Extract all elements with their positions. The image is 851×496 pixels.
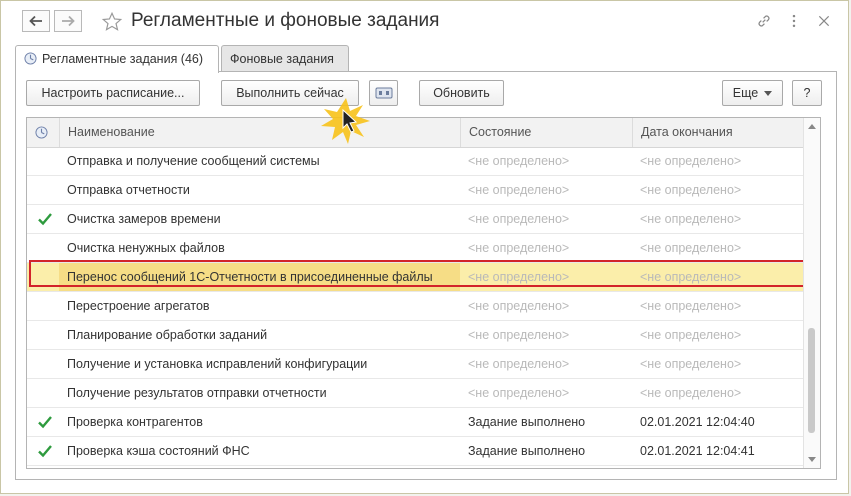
clock-icon xyxy=(35,126,48,139)
status-cell xyxy=(27,234,59,262)
job-state: <не определено> xyxy=(468,386,570,400)
job-name: Проверка кэша состояний ФНС xyxy=(67,444,250,458)
table-row[interactable]: Получение и установка исправлений конфиг… xyxy=(27,350,805,379)
tab-scheduled-jobs[interactable]: Регламентные задания (46) xyxy=(15,45,219,73)
header-status-column[interactable] xyxy=(27,118,59,147)
console-icon xyxy=(375,87,392,99)
close-button[interactable] xyxy=(815,12,833,30)
job-name: Очистка замеров времени xyxy=(67,212,221,226)
scroll-down-icon xyxy=(808,457,816,462)
job-state: Задание выполнено xyxy=(468,415,586,429)
table-row[interactable]: Проверка кэша состояний ФНС Задание выпол… xyxy=(27,437,805,466)
job-end-date: <не определено> xyxy=(640,357,742,371)
tab-label: Фоновые задания xyxy=(230,52,334,66)
tab-label: Регламентные задания (46) xyxy=(42,52,204,66)
job-end-date: 02.01.2021 12:04:41 xyxy=(640,444,755,458)
job-state: <не определено> xyxy=(468,154,570,168)
job-end-date: <не определено> xyxy=(640,183,742,197)
scrollbar-thumb[interactable] xyxy=(808,328,815,433)
tab-panel: Настроить расписание... Выполнить сейчас… xyxy=(15,71,837,480)
job-end-date: 02.01.2021 12:04:40 xyxy=(640,415,755,429)
job-end-date: <не определено> xyxy=(640,328,742,342)
chevron-down-icon xyxy=(764,90,773,96)
job-end-date: <не определено> xyxy=(640,270,742,284)
status-cell xyxy=(27,350,59,378)
table-body: Отправка и получение сообщений системы <н… xyxy=(27,147,805,466)
job-name: Планирование обработки заданий xyxy=(67,328,268,342)
header-end-date[interactable]: Дата окончания xyxy=(632,118,805,147)
job-end-date: <не определено> xyxy=(640,299,742,313)
status-cell xyxy=(27,292,59,320)
status-cell xyxy=(27,205,59,233)
table-row[interactable]: Получение результатов отправки отчетност… xyxy=(27,379,805,408)
table-row[interactable]: Очистка ненужных файлов <не определено> <н… xyxy=(27,234,805,263)
job-state: <не определено> xyxy=(468,328,570,342)
arrow-left-icon xyxy=(29,15,42,27)
job-state: <не определено> xyxy=(468,299,570,313)
status-cell xyxy=(27,147,59,175)
back-button[interactable] xyxy=(22,10,50,32)
vertical-scrollbar[interactable] xyxy=(803,118,820,468)
job-name: Очистка ненужных файлов xyxy=(67,241,225,255)
job-name: Получение и установка исправлений конфиг… xyxy=(67,357,368,371)
refresh-button[interactable]: Обновить xyxy=(419,80,504,106)
tab-background-jobs[interactable]: Фоновые задания xyxy=(221,45,349,72)
job-name: Отправка отчетности xyxy=(67,183,190,197)
job-state: <не определено> xyxy=(468,241,570,255)
title-bar: Регламентные и фоновые задания xyxy=(1,1,848,43)
status-cell xyxy=(27,263,59,291)
forward-button[interactable] xyxy=(54,10,82,32)
job-state: <не определено> xyxy=(468,357,570,371)
close-icon xyxy=(818,15,830,27)
help-button[interactable]: ? xyxy=(792,80,822,106)
table-row[interactable]: Планирование обработки заданий <не опреде… xyxy=(27,321,805,350)
clock-icon xyxy=(24,52,37,65)
table-header: Наименование Состояние Дата окончания xyxy=(27,118,805,148)
job-name: Перенос сообщений 1С-Отчетности в присое… xyxy=(59,263,460,291)
table-row[interactable]: Перенос сообщений 1С-Отчетности в присое… xyxy=(27,263,805,292)
job-name: Отправка и получение сообщений системы xyxy=(67,154,320,168)
more-options-button[interactable] xyxy=(785,12,803,30)
job-end-date: <не определено> xyxy=(640,241,742,255)
status-cell xyxy=(27,176,59,204)
status-cell xyxy=(27,408,59,436)
checkmark-icon xyxy=(38,445,52,458)
header-state[interactable]: Состояние xyxy=(460,118,632,147)
more-menu-button[interactable]: Еще xyxy=(722,80,783,106)
status-cell xyxy=(27,321,59,349)
link-icon xyxy=(758,15,770,27)
arrow-right-icon xyxy=(62,15,75,27)
scroll-up-icon xyxy=(808,124,816,129)
job-state: <не определено> xyxy=(468,212,570,226)
link-button[interactable] xyxy=(755,12,773,30)
table-row[interactable]: Перестроение агрегатов <не определено> <не… xyxy=(27,292,805,321)
table-row[interactable]: Отправка и получение сообщений системы <н… xyxy=(27,147,805,176)
more-vertical-icon xyxy=(792,14,796,28)
job-name: Проверка контрагентов xyxy=(67,415,203,429)
star-icon xyxy=(101,11,123,31)
table-row[interactable]: Отправка отчетности <не определено> <не оп… xyxy=(27,176,805,205)
table-row[interactable]: Очистка замеров времени <не определено> <н… xyxy=(27,205,805,234)
job-state: Задание выполнено xyxy=(468,444,586,458)
job-end-date: <не определено> xyxy=(640,154,742,168)
more-label: Еще xyxy=(732,86,759,100)
status-cell xyxy=(27,379,59,407)
checkmark-icon xyxy=(38,213,52,226)
window-title: Регламентные и фоновые задания xyxy=(131,10,440,31)
job-state: <не определено> xyxy=(468,183,570,197)
jobs-table: Наименование Состояние Дата окончания От… xyxy=(26,117,821,469)
job-end-date: <не определено> xyxy=(640,386,742,400)
job-state: <не определено> xyxy=(468,270,570,284)
checkmark-icon xyxy=(38,416,52,429)
job-end-date: <не определено> xyxy=(640,212,742,226)
favorite-button[interactable] xyxy=(100,10,124,34)
app-window: Регламентные и фоновые задания Регламент… xyxy=(0,0,849,494)
header-name[interactable]: Наименование xyxy=(59,118,460,147)
job-name: Получение результатов отправки отчетност… xyxy=(67,386,327,400)
job-name: Перестроение агрегатов xyxy=(67,299,210,313)
status-cell xyxy=(27,437,59,465)
mouse-cursor-icon xyxy=(321,98,370,144)
table-row[interactable]: Проверка контрагентов Задание выполнено 02… xyxy=(27,408,805,437)
configure-schedule-button[interactable]: Настроить расписание... xyxy=(26,80,200,106)
